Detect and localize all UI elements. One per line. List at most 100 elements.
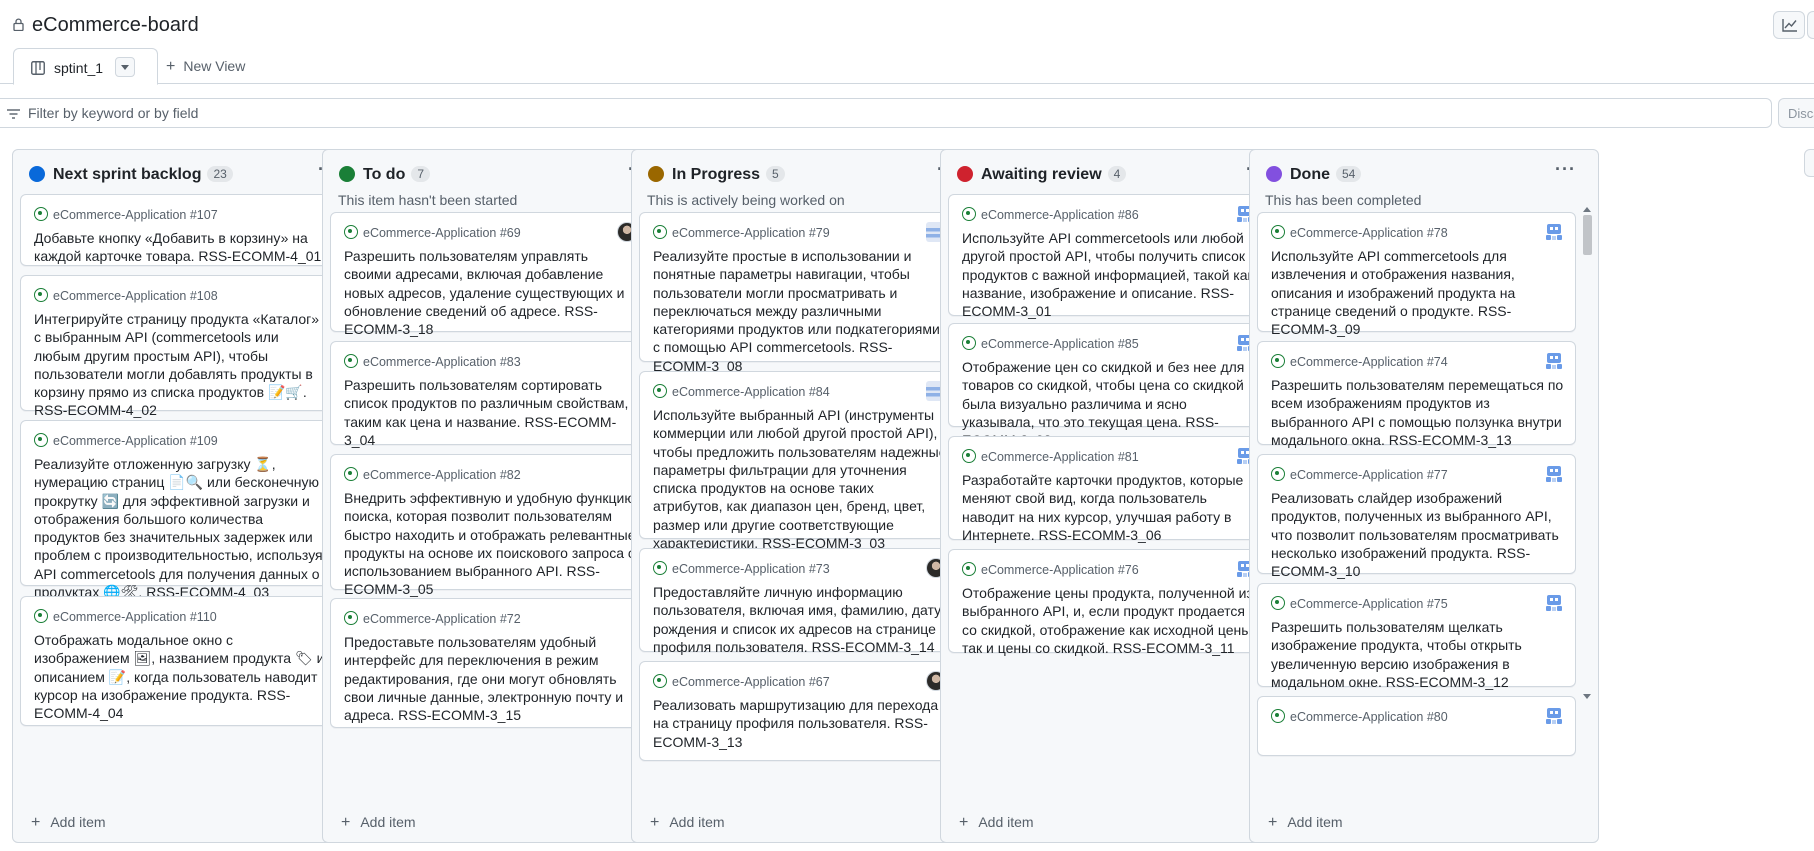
issue-card[interactable]: eCommerce-Application #72 Предоставьте по… xyxy=(330,598,649,728)
issue-card[interactable]: eCommerce-Application #79 Реализуйте прос… xyxy=(639,212,958,374)
new-view-label: New View xyxy=(183,58,246,74)
issue-card[interactable]: eCommerce-Application #74 Разрешить польз… xyxy=(1257,341,1576,448)
add-item-label: Add item xyxy=(50,814,106,830)
issue-reference-text: eCommerce-Application #69 xyxy=(363,226,521,240)
issue-reference[interactable]: eCommerce-Application #79 xyxy=(653,225,830,240)
column-status-dot xyxy=(648,166,664,182)
issue-opened-icon xyxy=(653,384,667,398)
issue-card[interactable]: eCommerce-Application #85 Отображение цен… xyxy=(948,323,1267,448)
column-title-text: Done xyxy=(1290,166,1330,183)
issue-card[interactable]: eCommerce-Application #84 Используйте выб… xyxy=(639,371,958,551)
issue-reference[interactable]: eCommerce-Application #67 xyxy=(653,674,830,689)
issue-card[interactable]: eCommerce-Application #83 Разрешить польз… xyxy=(330,341,649,448)
filter-bar xyxy=(0,98,1772,128)
tab-label: sptint_1 xyxy=(54,60,104,76)
issue-reference[interactable]: eCommerce-Application #77 xyxy=(1271,467,1448,482)
issue-reference[interactable]: eCommerce-Application #69 xyxy=(344,225,521,240)
scroll-up-arrow[interactable] xyxy=(1583,207,1591,212)
assignee-avatar[interactable] xyxy=(1544,706,1564,726)
add-item-button[interactable]: + Add item xyxy=(1268,804,1343,842)
issue-title: Реализовать слайдер изображений продукто… xyxy=(1271,490,1559,580)
issue-title: Используйте выбранный API (инструменты к… xyxy=(653,407,947,552)
board-column: Done 54 ··· This has been completed eCommerc… xyxy=(1249,149,1599,843)
issue-card[interactable]: eCommerce-Application #67 Реализовать мар… xyxy=(639,661,958,761)
issue-reference[interactable]: eCommerce-Application #85 xyxy=(962,336,1139,351)
filter-input[interactable] xyxy=(28,99,1628,127)
issue-card[interactable]: eCommerce-Application #77 Реализовать сла… xyxy=(1257,454,1576,579)
issue-reference[interactable]: eCommerce-Application #84 xyxy=(653,384,830,399)
assignee-avatar[interactable] xyxy=(1544,593,1564,613)
issue-card[interactable]: eCommerce-Application #109 Реализуйте отл… xyxy=(20,420,339,600)
column-status-dot xyxy=(1266,166,1282,182)
issue-card[interactable]: eCommerce-Application #86 Используйте API… xyxy=(948,194,1267,319)
issue-reference[interactable]: eCommerce-Application #80 xyxy=(1271,709,1448,724)
issue-reference[interactable]: eCommerce-Application #74 xyxy=(1271,354,1448,369)
issue-card[interactable]: eCommerce-Application #76 Отображение цен… xyxy=(948,549,1267,656)
issue-reference-text: eCommerce-Application #86 xyxy=(981,208,1139,222)
column-title-text: In Progress xyxy=(672,166,761,183)
issue-opened-icon xyxy=(1271,225,1285,239)
add-item-label: Add item xyxy=(978,814,1034,830)
issue-card[interactable]: eCommerce-Application #75 Разрешить польз… xyxy=(1257,583,1576,690)
issue-reference[interactable]: eCommerce-Application #76 xyxy=(962,562,1139,577)
add-item-button[interactable]: + Add item xyxy=(31,804,106,842)
issue-reference-text: eCommerce-Application #83 xyxy=(363,355,521,369)
issue-title: Интегрируйте страницу продукта «Каталог»… xyxy=(34,311,320,419)
issue-card[interactable]: eCommerce-Application #78 Используйте API… xyxy=(1257,212,1576,337)
issue-reference[interactable]: eCommerce-Application #73 xyxy=(653,561,830,576)
issue-reference[interactable]: eCommerce-Application #78 xyxy=(1271,225,1448,240)
add-item-label: Add item xyxy=(669,814,725,830)
issue-reference[interactable]: eCommerce-Application #107 xyxy=(34,207,218,222)
issue-reference[interactable]: eCommerce-Application #81 xyxy=(962,449,1139,464)
issue-reference[interactable]: eCommerce-Application #110 xyxy=(34,609,217,624)
insights-button[interactable] xyxy=(1773,11,1805,39)
issue-card[interactable]: eCommerce-Application #82 Внедрить эффект… xyxy=(330,454,649,597)
issue-title: Предоставьте пользователям удобный интер… xyxy=(344,634,624,724)
discard-button[interactable]: Discard xyxy=(1778,98,1814,128)
view-tabs: sptint_1 + New View xyxy=(0,48,1814,85)
add-column-button[interactable] xyxy=(1804,149,1814,177)
issue-opened-icon xyxy=(962,562,976,576)
scroll-thumb[interactable] xyxy=(1583,215,1592,255)
issue-reference[interactable]: eCommerce-Application #82 xyxy=(344,467,521,482)
issue-reference[interactable]: eCommerce-Application #108 xyxy=(34,288,218,303)
issue-card[interactable]: eCommerce-Application #80 xyxy=(1257,696,1576,756)
issue-opened-icon xyxy=(1271,354,1285,368)
plus-icon: + xyxy=(959,814,969,831)
issue-reference-text: eCommerce-Application #72 xyxy=(363,612,521,626)
issue-card[interactable]: eCommerce-Application #69 Разрешить польз… xyxy=(330,212,649,337)
tab-sptint-1[interactable]: sptint_1 xyxy=(13,48,158,85)
issue-reference[interactable]: eCommerce-Application #109 xyxy=(34,433,218,448)
issue-card[interactable]: eCommerce-Application #81 Разработайте ка… xyxy=(948,436,1267,543)
issue-reference[interactable]: eCommerce-Application #72 xyxy=(344,611,521,626)
assignee-avatar[interactable] xyxy=(1544,222,1564,242)
issue-card[interactable]: eCommerce-Application #107 Добавьте кнопк… xyxy=(20,194,339,266)
issue-title: Разрешить пользователям управлять своими… xyxy=(344,248,625,338)
issue-reference[interactable]: eCommerce-Application #86 xyxy=(962,207,1139,222)
new-view-button[interactable]: + New View xyxy=(166,58,246,75)
issue-reference-text: eCommerce-Application #67 xyxy=(672,675,830,689)
issue-reference-text: eCommerce-Application #73 xyxy=(672,562,830,576)
issue-opened-icon xyxy=(962,207,976,221)
add-item-button[interactable]: + Add item xyxy=(959,804,1034,842)
issue-card[interactable]: eCommerce-Application #73 Предоставляйте … xyxy=(639,548,958,655)
issue-reference[interactable]: eCommerce-Application #75 xyxy=(1271,596,1448,611)
column-scrollbar[interactable] xyxy=(1582,207,1592,699)
column-count: 54 xyxy=(1336,166,1362,182)
issue-opened-icon xyxy=(344,467,358,481)
issue-reference-text: eCommerce-Application #109 xyxy=(53,434,218,448)
issue-title: Разработайте карточки продуктов, которые… xyxy=(962,472,1244,543)
view-options-button[interactable] xyxy=(115,57,135,77)
column-menu-icon[interactable]: ··· xyxy=(1555,159,1576,180)
add-item-button[interactable]: + Add item xyxy=(341,804,416,842)
board-column: Awaiting review4···eCommerce-Application… xyxy=(940,149,1290,843)
add-item-button[interactable]: + Add item xyxy=(650,804,725,842)
layout-settings-button[interactable] xyxy=(1807,11,1814,39)
issue-reference[interactable]: eCommerce-Application #83 xyxy=(344,354,521,369)
assignee-avatar[interactable] xyxy=(1544,351,1564,371)
scroll-down-arrow[interactable] xyxy=(1583,694,1591,699)
assignee-avatar[interactable] xyxy=(1544,464,1564,484)
issue-card[interactable]: eCommerce-Application #108 Интегрируйте с… xyxy=(20,275,339,418)
issue-title: Используйте API commercetools или любой … xyxy=(962,230,1254,320)
issue-card[interactable]: eCommerce-Application #110 Отображать мод… xyxy=(20,596,339,726)
